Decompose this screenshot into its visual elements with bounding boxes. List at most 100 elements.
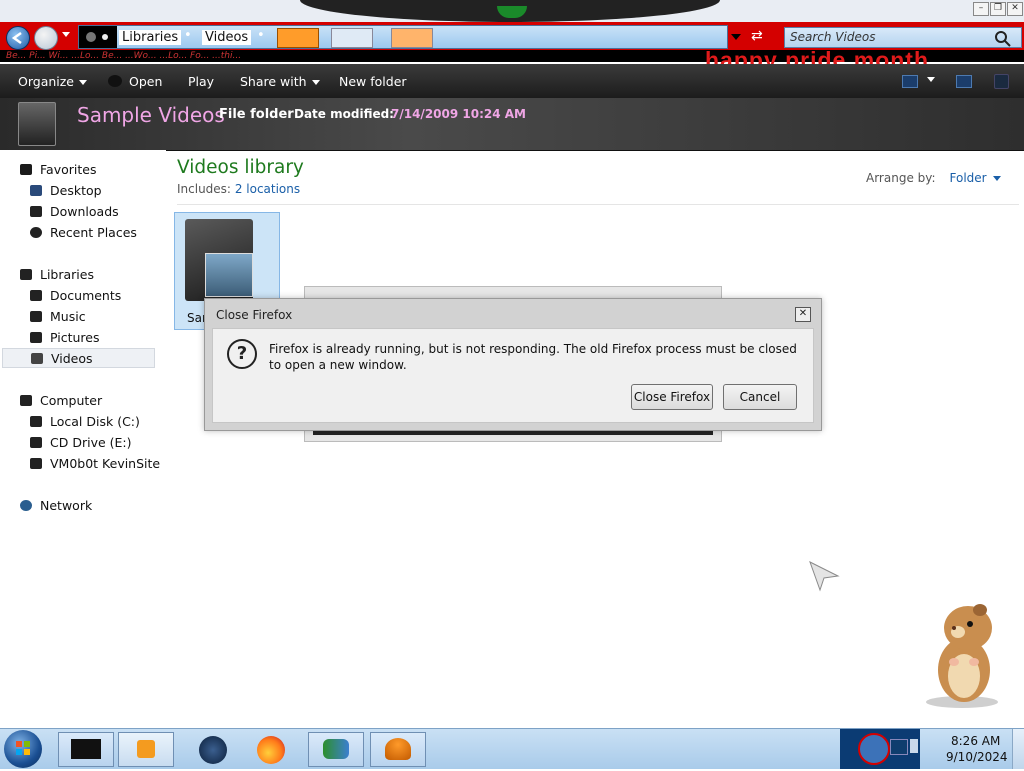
nav-label: VM0b0t KevinSite — [50, 456, 161, 471]
nav-documents[interactable]: Documents — [30, 286, 121, 306]
close-firefox-button[interactable]: Close Firefox — [631, 384, 713, 410]
banner-scrawl: Be... Pi... Wi... ...Lo... Be... ...Wo..… — [6, 51, 242, 61]
breadcrumb-separator-icon[interactable]: • — [184, 28, 192, 43]
refresh-icon[interactable]: ⇄ — [751, 28, 763, 44]
nav-label: Desktop — [50, 183, 102, 198]
preview-pane-icon[interactable] — [956, 75, 972, 88]
firefox-quicklink-icon[interactable] — [277, 28, 319, 48]
clock-date[interactable]: 9/10/2024 — [946, 750, 1008, 764]
mushroom-icon — [385, 738, 411, 760]
nav-network[interactable]: Network — [20, 496, 92, 516]
library-title: Videos library — [177, 157, 304, 178]
taskbar-firefox-button[interactable] — [244, 732, 300, 767]
nav-local-disk[interactable]: Local Disk (C:) — [30, 412, 140, 432]
close-window-button[interactable]: ✕ — [1007, 2, 1023, 16]
address-dropdown-icon[interactable] — [731, 34, 741, 40]
chevron-down-icon[interactable] — [992, 176, 1001, 181]
hamster-pet-icon — [926, 604, 998, 708]
nav-network-drive[interactable]: VM0b0t KevinSite — [30, 454, 160, 474]
open-button[interactable]: Open — [108, 74, 162, 89]
show-desktop-button[interactable] — [1012, 729, 1024, 769]
arrange-by: Arrange by: Folder — [866, 171, 1001, 185]
nav-label: Computer — [40, 393, 103, 408]
nav-favorites[interactable]: Favorites — [20, 160, 96, 180]
breadcrumb-libraries[interactable]: Libraries — [119, 30, 182, 45]
nav-computer[interactable]: Computer — [20, 391, 102, 411]
dialog-message: Firefox is already running, but is not r… — [269, 342, 797, 372]
nav-recent-places[interactable]: Recent Places — [30, 223, 137, 243]
play-button[interactable]: Play — [188, 74, 214, 89]
cancel-button[interactable]: Cancel — [723, 384, 797, 410]
start-button[interactable] — [4, 730, 42, 768]
nav-desktop[interactable]: Desktop — [30, 181, 102, 201]
windows-logo-icon — [16, 741, 30, 755]
dialog-title: Close Firefox — [216, 308, 293, 322]
nav-pictures[interactable]: Pictures — [30, 328, 100, 348]
star-icon — [20, 164, 32, 175]
libraries-icon — [20, 269, 32, 280]
volume-icon[interactable] — [910, 739, 918, 753]
taskbar-explorer-button[interactable] — [58, 732, 114, 767]
video-thumbnail — [205, 253, 253, 297]
close-firefox-dialog: Close Firefox ✕ ? Firefox is already run… — [204, 298, 822, 431]
nav-label: Network — [40, 498, 93, 513]
search-icon[interactable] — [981, 28, 1021, 47]
recent-pages-chevron-icon[interactable] — [62, 32, 70, 37]
breadcrumb-separator-icon[interactable]: • — [257, 28, 265, 43]
taskbar-people-button[interactable] — [308, 732, 364, 767]
restore-button[interactable]: ❐ — [990, 2, 1006, 16]
nav-label: Libraries — [40, 267, 94, 282]
forward-button[interactable] — [34, 26, 58, 50]
taskbar-media-player-button[interactable] — [118, 732, 174, 767]
locations-link[interactable]: 2 locations — [235, 182, 300, 196]
share-with-menu[interactable]: Share with — [240, 74, 320, 89]
nav-label: Local Disk (C:) — [50, 414, 140, 429]
desktop-icon — [30, 185, 42, 196]
library-includes: Includes: 2 locations — [177, 182, 300, 196]
help-icon[interactable] — [994, 74, 1009, 89]
system-tray — [840, 729, 920, 769]
back-button[interactable] — [6, 26, 30, 50]
tray-app-icon[interactable] — [858, 733, 890, 765]
taskbar-globe-button[interactable] — [186, 732, 242, 767]
nav-videos[interactable]: Videos — [2, 348, 155, 368]
nav-downloads[interactable]: Downloads — [30, 202, 119, 222]
details-pane: Sample Videos File folder Date modified:… — [0, 98, 1024, 151]
minimize-button[interactable]: – — [973, 2, 989, 16]
music-icon — [30, 311, 42, 322]
background-window-bar — [313, 431, 713, 435]
taskbar-mushroom-button[interactable] — [370, 732, 426, 767]
search-placeholder: Search Videos — [790, 30, 876, 44]
address-bar[interactable]: Libraries • Videos • ⇄ — [78, 25, 763, 49]
nav-label: CD Drive (E:) — [50, 435, 132, 450]
new-folder-button[interactable]: New folder — [339, 74, 407, 89]
clock-time[interactable]: 8:26 AM — [951, 734, 1000, 748]
videos-icon — [31, 353, 43, 364]
people-icon — [323, 739, 349, 759]
arrange-by-label: Arrange by: — [866, 171, 936, 185]
globe-icon — [199, 736, 227, 764]
search-input[interactable]: Search Videos — [784, 27, 1022, 48]
recent-places-icon — [30, 227, 42, 238]
nav-music[interactable]: Music — [30, 307, 86, 327]
nav-cd-drive[interactable]: CD Drive (E:) — [30, 433, 132, 453]
network-status-icon[interactable] — [890, 739, 908, 755]
change-view-icon[interactable] — [902, 75, 918, 88]
dialog-close-button[interactable]: ✕ — [795, 307, 811, 322]
navigation-pane: Favorites Desktop Downloads Recent Place… — [0, 150, 166, 727]
date-modified-value: 7/14/2009 10:24 AM — [391, 107, 526, 121]
breadcrumb-videos[interactable]: Videos — [202, 30, 252, 45]
nav-label: Music — [50, 309, 86, 324]
documents-icon — [30, 290, 42, 301]
folder-icon — [71, 739, 101, 759]
nav-label: Favorites — [40, 162, 97, 177]
window-title-bar: – ❐ ✕ — [0, 0, 1024, 22]
network-drive-icon — [30, 458, 42, 469]
view-chevron-down-icon[interactable] — [927, 77, 935, 82]
taskbar: 8:26 AM 9/10/2024 — [0, 728, 1024, 769]
people-quicklink-icon[interactable] — [331, 28, 373, 48]
nav-libraries[interactable]: Libraries — [20, 265, 94, 285]
mushroom-quicklink-icon[interactable] — [391, 28, 433, 48]
arrange-by-dropdown[interactable]: Folder — [950, 171, 987, 185]
organize-menu[interactable]: Organize — [18, 74, 87, 89]
